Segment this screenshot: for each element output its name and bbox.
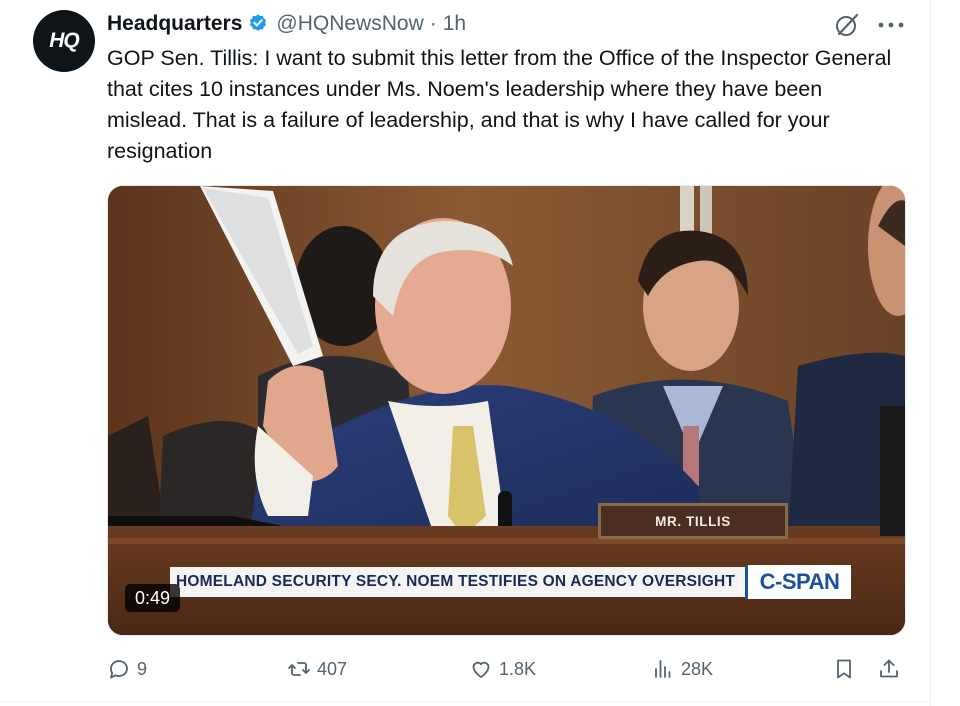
- tweet-video[interactable]: MR. TILLIS HOMELAND SECURITY SECY. NOEM …: [107, 185, 906, 636]
- author-display-name[interactable]: Headquarters: [107, 12, 242, 36]
- video-chyron: HOMELAND SECURITY SECY. NOEM TESTIFIES O…: [170, 567, 745, 597]
- views-chart-icon: [655, 660, 671, 678]
- author-handle[interactable]: @HQNewsNow: [276, 12, 423, 36]
- avatar-logo-text: HQ: [49, 29, 79, 52]
- tweet-timestamp[interactable]: 1h: [443, 12, 466, 36]
- bookmark-button[interactable]: [832, 652, 856, 686]
- tweet-bottom-divider: [0, 701, 930, 702]
- cspan-logo: C-SPAN: [745, 565, 851, 599]
- repost-icon: [288, 662, 310, 676]
- verified-badge-icon[interactable]: [247, 13, 269, 35]
- share-icon: [880, 659, 898, 678]
- reply-icon: [110, 660, 128, 679]
- senator-nameplate: MR. TILLIS: [598, 503, 788, 539]
- bookmark-icon: [837, 659, 851, 679]
- more-icon[interactable]: [876, 20, 906, 30]
- video-duration-badge: 0:49: [125, 584, 181, 612]
- reply-count: 9: [137, 658, 148, 679]
- header-separator: ·: [429, 12, 437, 35]
- tweet-action-bar: 9 407 1.8K 28K: [107, 652, 907, 686]
- share-button[interactable]: [877, 652, 901, 686]
- reply-button[interactable]: 9: [107, 652, 147, 686]
- tweet-header: Headquarters @HQNewsNow · 1h: [107, 9, 466, 39]
- like-button[interactable]: 1.8K: [469, 652, 536, 686]
- tweet-text: GOP Sen. Tillis: I want to submit this l…: [107, 46, 892, 163]
- previous-tweet-cropped-edge: [255, 0, 375, 6]
- views-count: 28K: [681, 658, 714, 679]
- repost-button[interactable]: 407: [287, 652, 347, 686]
- timeline-right-border: [930, 0, 931, 706]
- grok-icon[interactable]: [834, 12, 860, 38]
- repost-count: 407: [317, 658, 348, 679]
- heart-icon: [472, 661, 490, 678]
- author-avatar[interactable]: HQ: [33, 10, 95, 72]
- nameplate-text: MR. TILLIS: [655, 513, 731, 529]
- like-count: 1.8K: [499, 658, 537, 679]
- views-button[interactable]: 28K: [651, 652, 713, 686]
